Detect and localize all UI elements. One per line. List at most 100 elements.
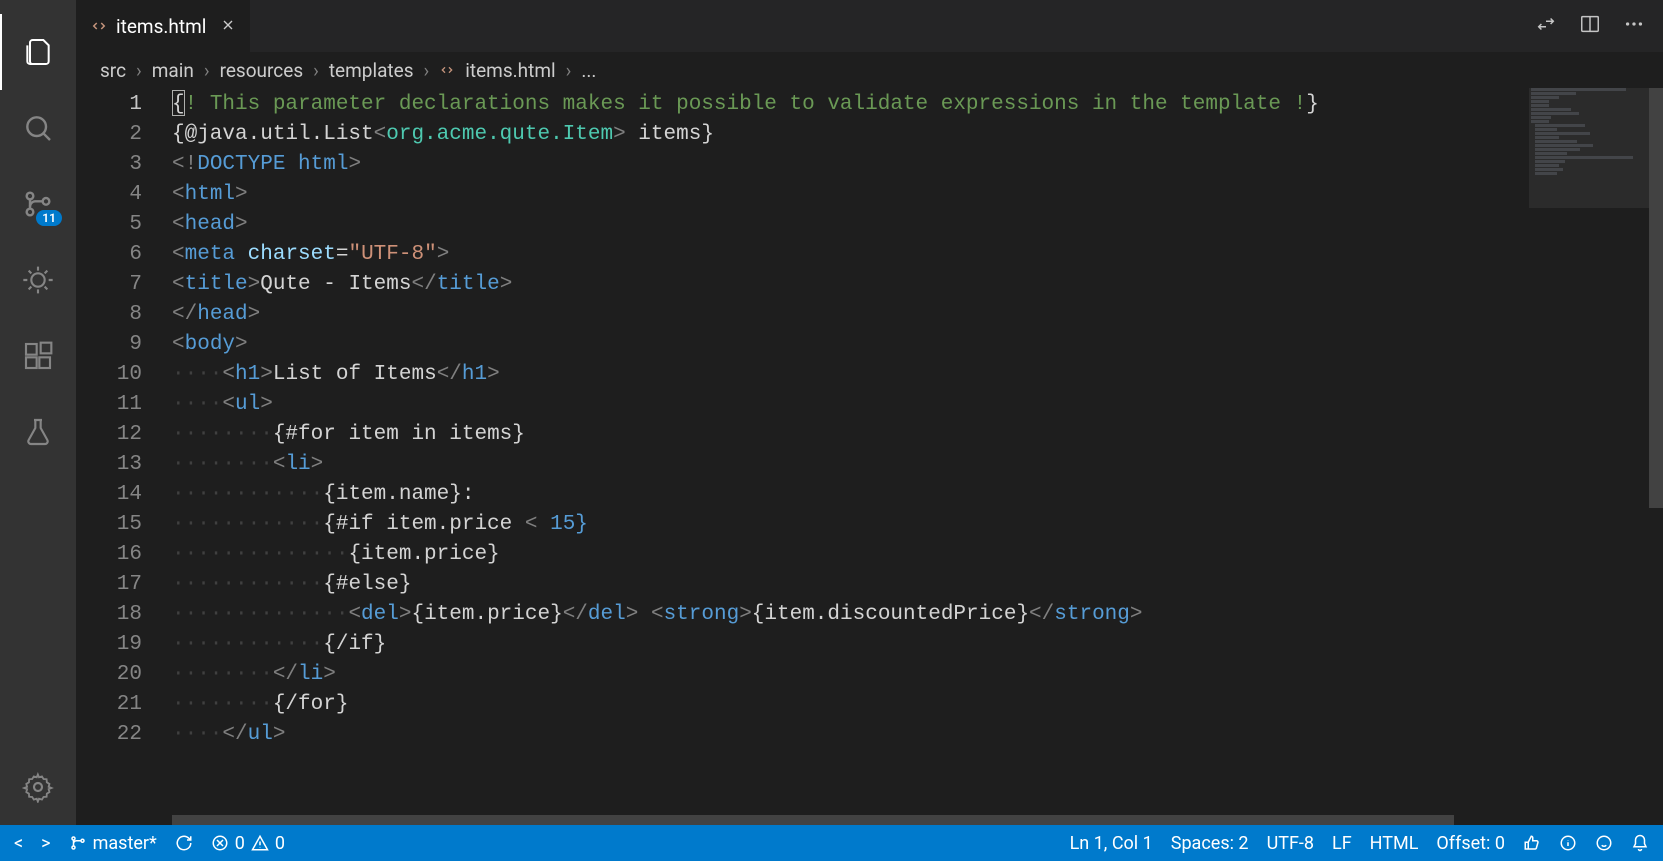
code-line[interactable]: <head> [172, 210, 1529, 240]
code-line[interactable]: ············{#if item.price < 15} [172, 510, 1529, 540]
chevron-right-icon: › [204, 59, 210, 82]
line-number: 22 [76, 720, 142, 750]
line-number: 7 [76, 270, 142, 300]
code-line[interactable]: ········<li> [172, 450, 1529, 480]
scrollbar-thumb[interactable] [172, 815, 1454, 825]
vertical-scrollbar[interactable] [1649, 88, 1663, 815]
code-line[interactable]: ··············{item.price} [172, 540, 1529, 570]
error-icon [211, 834, 229, 852]
breadcrumb-item[interactable]: templates [329, 59, 414, 82]
explorer-button[interactable] [0, 14, 76, 90]
search-button[interactable] [0, 90, 76, 166]
language-mode-status[interactable]: HTML [1370, 833, 1419, 854]
line-number: 11 [76, 390, 142, 420]
compare-icon[interactable] [1535, 13, 1557, 39]
code-line[interactable]: ····<h1>List of Items</h1> [172, 360, 1529, 390]
offset-status[interactable]: Offset: 0 [1436, 833, 1505, 854]
warning-count: 0 [275, 833, 285, 854]
tab-items-html[interactable]: items.html [76, 0, 251, 52]
indentation-status[interactable]: Spaces: 2 [1171, 833, 1249, 854]
code-line[interactable]: ············{item.name}: [172, 480, 1529, 510]
search-icon [22, 112, 54, 144]
code-line[interactable]: <body> [172, 330, 1529, 360]
minimap[interactable] [1529, 88, 1649, 815]
split-editor-icon[interactable] [1579, 13, 1601, 39]
chevron-right-icon: › [566, 59, 572, 82]
nav-forward-button[interactable]: > [41, 833, 50, 854]
scrollbar-thumb[interactable] [1649, 88, 1663, 508]
code-line[interactable]: </head> [172, 300, 1529, 330]
html-file-icon [439, 62, 455, 78]
status-bar: < > master* 0 0 Ln 1, Col 1 Spaces: 2 UT… [0, 825, 1663, 861]
code-line[interactable]: ········{/for} [172, 690, 1529, 720]
main-area: 11 items.html [0, 0, 1663, 825]
feedback-icon[interactable] [1595, 834, 1613, 852]
sync-button[interactable] [175, 834, 193, 852]
info-icon[interactable] [1559, 834, 1577, 852]
breadcrumb-item[interactable]: main [152, 59, 194, 82]
bell-icon[interactable] [1631, 834, 1649, 852]
settings-button[interactable] [0, 749, 76, 825]
gear-icon [22, 771, 54, 803]
code-editor[interactable]: {! This parameter declarations makes it … [172, 88, 1529, 815]
code-line[interactable]: {! This parameter declarations makes it … [172, 90, 1529, 120]
encoding-status[interactable]: UTF-8 [1267, 833, 1314, 854]
debug-button[interactable] [0, 242, 76, 318]
line-number: 15 [76, 510, 142, 540]
code-line[interactable]: <meta charset="UTF-8"> [172, 240, 1529, 270]
code-line[interactable]: ········{#for item in items} [172, 420, 1529, 450]
code-line[interactable]: ····</ul> [172, 720, 1529, 750]
cursor [172, 90, 185, 116]
code-line[interactable]: ··············<del>{item.price}</del> <s… [172, 600, 1529, 630]
line-number: 17 [76, 570, 142, 600]
code-line[interactable]: <title>Qute - Items</title> [172, 270, 1529, 300]
html-file-icon [90, 17, 108, 35]
line-number: 10 [76, 360, 142, 390]
line-number: 14 [76, 480, 142, 510]
code-line[interactable]: ············{/if} [172, 630, 1529, 660]
line-number: 8 [76, 300, 142, 330]
git-branch-status[interactable]: master* [69, 833, 157, 854]
chevron-right-icon: › [424, 59, 430, 82]
close-icon[interactable] [220, 15, 236, 38]
nav-back-button[interactable]: < [14, 833, 23, 854]
breadcrumb-item[interactable]: ... [581, 59, 596, 82]
horizontal-scrollbar[interactable] [172, 815, 1663, 825]
code-line[interactable]: {@java.util.List<org.acme.qute.Item> ite… [172, 120, 1529, 150]
minimap-slider[interactable] [1529, 88, 1649, 208]
eol-status[interactable]: LF [1332, 833, 1352, 854]
line-number: 1 [76, 90, 142, 120]
problems-status[interactable]: 0 0 [211, 833, 285, 854]
line-number: 2 [76, 120, 142, 150]
scm-badge: 11 [36, 210, 62, 226]
code-line[interactable]: <!DOCTYPE html> [172, 150, 1529, 180]
files-icon [22, 36, 54, 68]
line-number: 4 [76, 180, 142, 210]
editor-area: items.html src › main [76, 0, 1663, 825]
extensions-button[interactable] [0, 318, 76, 394]
line-number: 21 [76, 690, 142, 720]
code-line[interactable]: ········</li> [172, 660, 1529, 690]
warning-icon [251, 834, 269, 852]
branch-name: master* [93, 833, 157, 854]
line-number: 19 [76, 630, 142, 660]
scm-button[interactable]: 11 [0, 166, 76, 242]
editor-actions [1535, 13, 1663, 39]
code-line[interactable]: <html> [172, 180, 1529, 210]
more-actions-icon[interactable] [1623, 13, 1645, 39]
breadcrumb-item[interactable]: src [100, 59, 126, 82]
testing-button[interactable] [0, 394, 76, 470]
sync-icon [175, 834, 193, 852]
line-number: 6 [76, 240, 142, 270]
thumbs-up-icon[interactable] [1523, 834, 1541, 852]
breadcrumbs[interactable]: src › main › resources › templates › ite… [76, 52, 1663, 88]
breadcrumb-item[interactable]: resources [220, 59, 304, 82]
code-line[interactable]: ····<ul> [172, 390, 1529, 420]
activity-bar: 11 [0, 0, 76, 825]
cursor-position-status[interactable]: Ln 1, Col 1 [1070, 833, 1153, 854]
chevron-right-icon: › [136, 59, 142, 82]
error-count: 0 [235, 833, 245, 854]
git-branch-icon [69, 834, 87, 852]
code-line[interactable]: ············{#else} [172, 570, 1529, 600]
breadcrumb-item[interactable]: items.html [465, 59, 555, 82]
